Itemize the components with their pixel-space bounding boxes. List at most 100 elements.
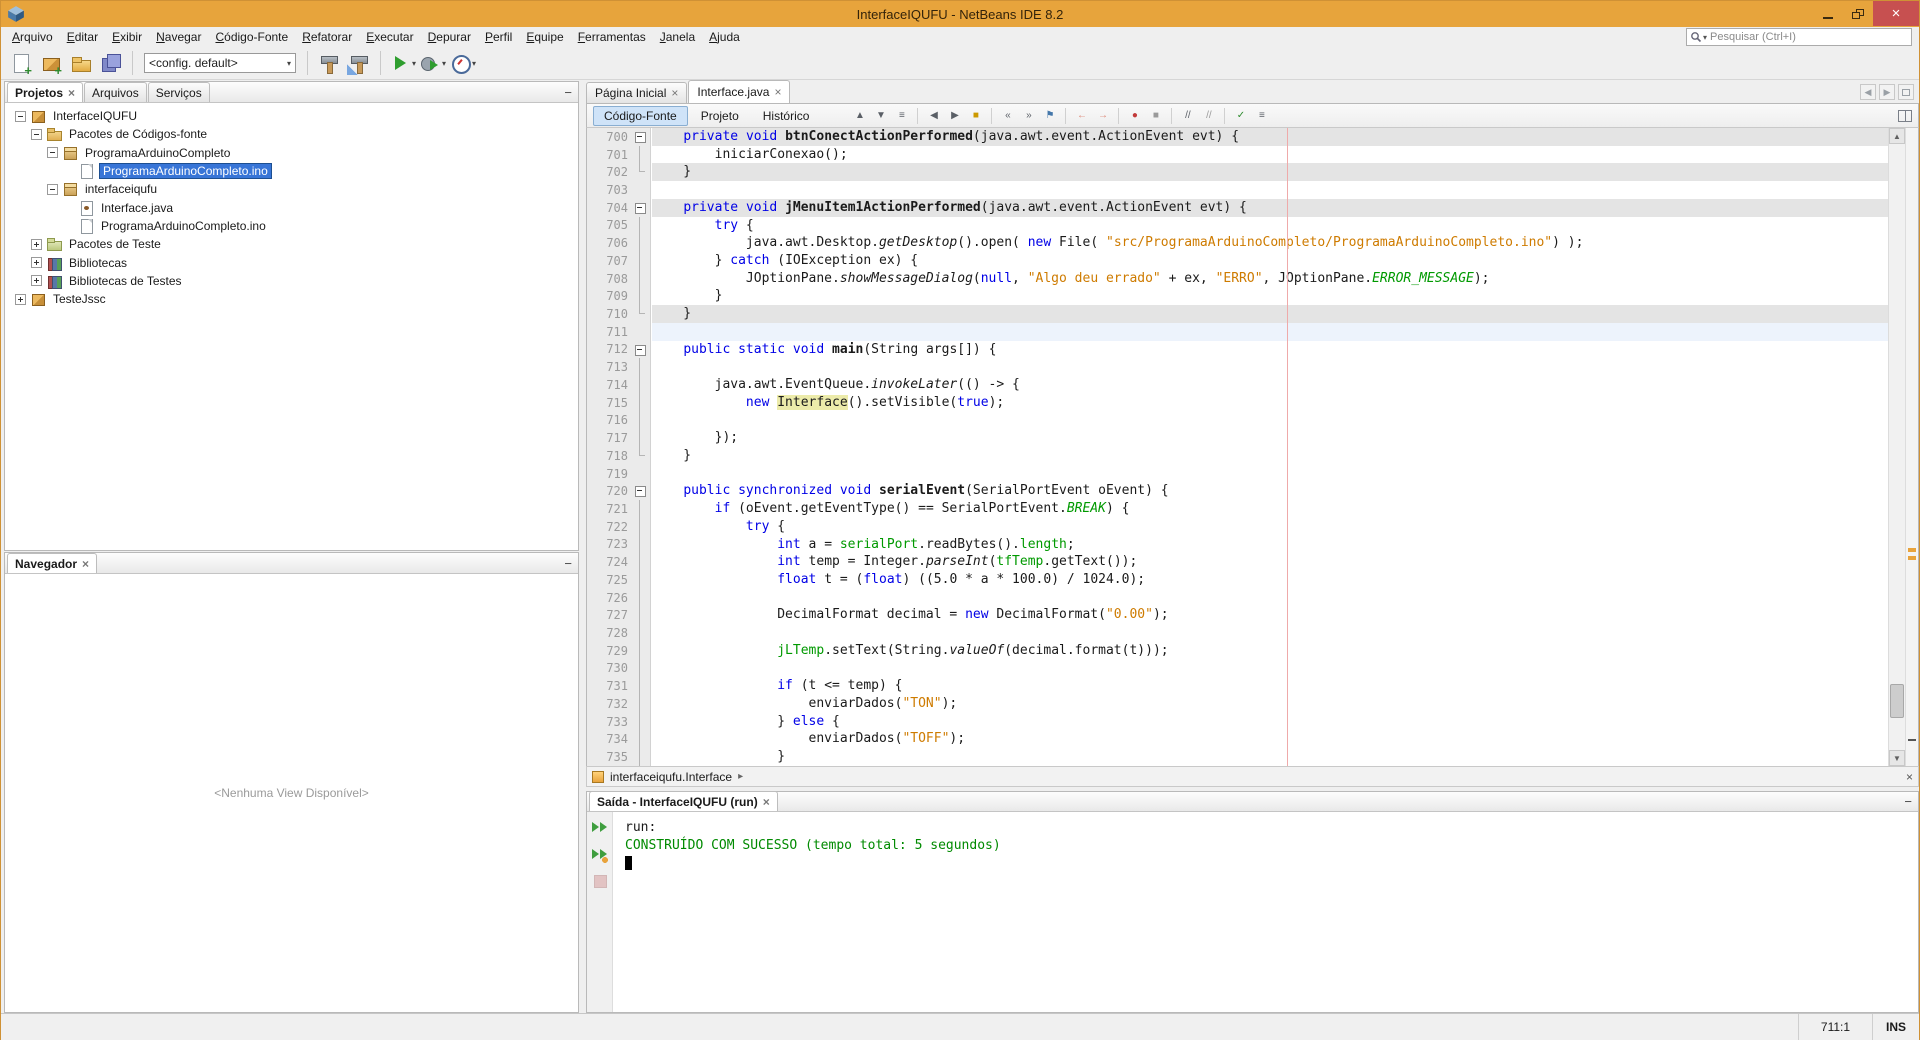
forward-icon[interactable]: → bbox=[1093, 107, 1112, 125]
restore-button[interactable] bbox=[1843, 1, 1873, 26]
code-line-725[interactable]: float t = (float) ((5.0 * a * 100.0) / 1… bbox=[652, 571, 1888, 589]
gutter-row[interactable]: 709 bbox=[587, 287, 650, 305]
code-line-716[interactable] bbox=[652, 412, 1888, 430]
new-file-button[interactable] bbox=[7, 49, 35, 77]
menu-navegar[interactable]: Navegar bbox=[149, 28, 208, 46]
gutter-row[interactable]: 725 bbox=[587, 571, 650, 589]
tab-interface-java[interactable]: Interface.java × bbox=[688, 80, 790, 103]
open-project-button[interactable] bbox=[67, 49, 95, 77]
code-line-715[interactable]: new Interface().setVisible(true); bbox=[652, 394, 1888, 412]
code-line-701[interactable]: iniciarConexao(); bbox=[652, 146, 1888, 164]
menu-depurar[interactable]: Depurar bbox=[421, 28, 478, 46]
split-editor-icon[interactable] bbox=[1898, 110, 1912, 122]
code-line-720[interactable]: public synchronized void serialEvent(Ser… bbox=[652, 482, 1888, 500]
code-lines[interactable]: private void btnConectActionPerformed(ja… bbox=[652, 128, 1888, 766]
scroll-down-button[interactable]: ▼ bbox=[1889, 750, 1905, 766]
uncomment-icon[interactable]: // bbox=[1199, 107, 1218, 125]
code-line-717[interactable]: }); bbox=[652, 429, 1888, 447]
menu-exibir[interactable]: Exibir bbox=[105, 28, 149, 46]
code-line-702[interactable]: } bbox=[652, 163, 1888, 181]
save-all-button[interactable] bbox=[97, 49, 125, 77]
error-stripe[interactable] bbox=[1905, 128, 1918, 766]
menu-equipe[interactable]: Equipe bbox=[519, 28, 570, 46]
fold-collapse-icon[interactable] bbox=[631, 482, 649, 500]
gutter-row[interactable]: 714 bbox=[587, 376, 650, 394]
minus-expander-icon[interactable] bbox=[15, 111, 26, 122]
diff-prev-icon[interactable]: ▲ bbox=[850, 107, 869, 125]
gutter-row[interactable]: 730 bbox=[587, 660, 650, 678]
plus-expander-icon[interactable] bbox=[15, 294, 26, 305]
gutter-row[interactable]: 700 bbox=[587, 128, 650, 146]
minimize-panel-button[interactable]: − bbox=[564, 85, 572, 100]
clean-build-project-button[interactable] bbox=[345, 49, 373, 77]
code-line-732[interactable]: enviarDados("TON"); bbox=[652, 695, 1888, 713]
plus-expander-icon[interactable] bbox=[31, 239, 42, 250]
gutter-row[interactable]: 722 bbox=[587, 518, 650, 536]
code-line-700[interactable]: private void btnConectActionPerformed(ja… bbox=[652, 128, 1888, 146]
gutter-row[interactable]: 735 bbox=[587, 748, 650, 766]
rerun-debug-icon[interactable] bbox=[591, 845, 609, 863]
tab-servicos[interactable]: Serviços bbox=[148, 82, 210, 102]
record-macro-icon[interactable]: ● bbox=[1125, 107, 1144, 125]
scroll-tabs-left-button[interactable]: ◀ bbox=[1860, 84, 1876, 100]
code-line-721[interactable]: if (oEvent.getEventType() == SerialPortE… bbox=[652, 500, 1888, 518]
gutter-row[interactable]: 706 bbox=[587, 234, 650, 252]
design-view-button[interactable]: Projeto bbox=[690, 106, 750, 126]
gutter-row[interactable]: 727 bbox=[587, 606, 650, 624]
tab-pagina-inicial[interactable]: Página Inicial × bbox=[586, 82, 687, 103]
format-icon[interactable]: ≡ bbox=[1252, 107, 1271, 125]
code-line-726[interactable] bbox=[652, 589, 1888, 607]
gutter-row[interactable]: 720 bbox=[587, 482, 650, 500]
gutter-row[interactable]: 707 bbox=[587, 252, 650, 270]
gutter-row[interactable]: 721 bbox=[587, 500, 650, 518]
gutter-row[interactable]: 726 bbox=[587, 589, 650, 607]
config-select[interactable]: <config. default>▾ bbox=[144, 53, 296, 73]
code-line-713[interactable] bbox=[652, 358, 1888, 376]
close-icon[interactable]: × bbox=[82, 558, 89, 570]
tree-item-programaarduinocompleto-ino[interactable]: ProgramaArduinoCompleto.ino bbox=[5, 162, 578, 180]
gutter-row[interactable]: 732 bbox=[587, 695, 650, 713]
toggle-bookmark-icon[interactable]: ⚑ bbox=[1040, 107, 1059, 125]
warning-mark[interactable] bbox=[1908, 556, 1916, 560]
gutter-row[interactable]: 713 bbox=[587, 358, 650, 376]
minus-expander-icon[interactable] bbox=[31, 129, 42, 140]
warning-mark[interactable] bbox=[1908, 548, 1916, 552]
tab-projetos[interactable]: Projetos × bbox=[7, 82, 83, 102]
scroll-tabs-right-button[interactable]: ▶ bbox=[1879, 84, 1895, 100]
gutter-row[interactable]: 716 bbox=[587, 412, 650, 430]
gutter-row[interactable]: 703 bbox=[587, 181, 650, 199]
code-line-718[interactable]: } bbox=[652, 447, 1888, 465]
previous-occurrence-icon[interactable]: ◀ bbox=[924, 107, 943, 125]
code-line-703[interactable] bbox=[652, 181, 1888, 199]
code-line-704[interactable]: private void jMenuItem1ActionPerformed(j… bbox=[652, 199, 1888, 217]
code-editor[interactable]: 7007017027037047057067077087097107117127… bbox=[586, 128, 1919, 766]
code-line-724[interactable]: int temp = Integer.parseInt(tfTemp.getTe… bbox=[652, 553, 1888, 571]
rerun-icon[interactable] bbox=[591, 818, 609, 836]
code-line-705[interactable]: try { bbox=[652, 217, 1888, 235]
code-line-706[interactable]: java.awt.Desktop.getDesktop().open( new … bbox=[652, 234, 1888, 252]
tab-arquivos[interactable]: Arquivos bbox=[84, 82, 147, 102]
history-view-button[interactable]: Histórico bbox=[752, 106, 821, 126]
build-project-button[interactable] bbox=[315, 49, 343, 77]
gutter-row[interactable]: 718 bbox=[587, 447, 650, 465]
gutter-row[interactable]: 734 bbox=[587, 730, 650, 748]
gutter-row[interactable]: 731 bbox=[587, 677, 650, 695]
gutter-row[interactable]: 715 bbox=[587, 394, 650, 412]
gutter[interactable]: 7007017027037047057067077087097107117127… bbox=[587, 128, 651, 766]
code-line-728[interactable] bbox=[652, 624, 1888, 642]
tree-item-programaarduinocompleto[interactable]: ProgramaArduinoCompleto bbox=[5, 144, 578, 162]
gutter-row[interactable]: 729 bbox=[587, 642, 650, 660]
tree-item-pacotes-de-teste[interactable]: Pacotes de Teste bbox=[5, 235, 578, 253]
debug-project-button[interactable]: ▾ bbox=[418, 49, 446, 77]
scrollbar-thumb[interactable] bbox=[1890, 684, 1904, 718]
menu-refatorar[interactable]: Refatorar bbox=[295, 28, 359, 46]
code-line-719[interactable] bbox=[652, 465, 1888, 483]
code-line-707[interactable]: } catch (IOException ex) { bbox=[652, 252, 1888, 270]
tree-item-bibliotecas[interactable]: Bibliotecas bbox=[5, 253, 578, 271]
code-line-722[interactable]: try { bbox=[652, 518, 1888, 536]
tree-item-pacotes-de-c-digos-fonte[interactable]: Pacotes de Códigos-fonte bbox=[5, 125, 578, 143]
code-line-708[interactable]: JOptionPane.showMessageDialog(null, "Alg… bbox=[652, 270, 1888, 288]
source-view-button[interactable]: Código-Fonte bbox=[593, 106, 688, 126]
back-icon[interactable]: ← bbox=[1072, 107, 1091, 125]
tree-item-programaarduinocompleto-ino[interactable]: ProgramaArduinoCompleto.ino bbox=[5, 217, 578, 235]
